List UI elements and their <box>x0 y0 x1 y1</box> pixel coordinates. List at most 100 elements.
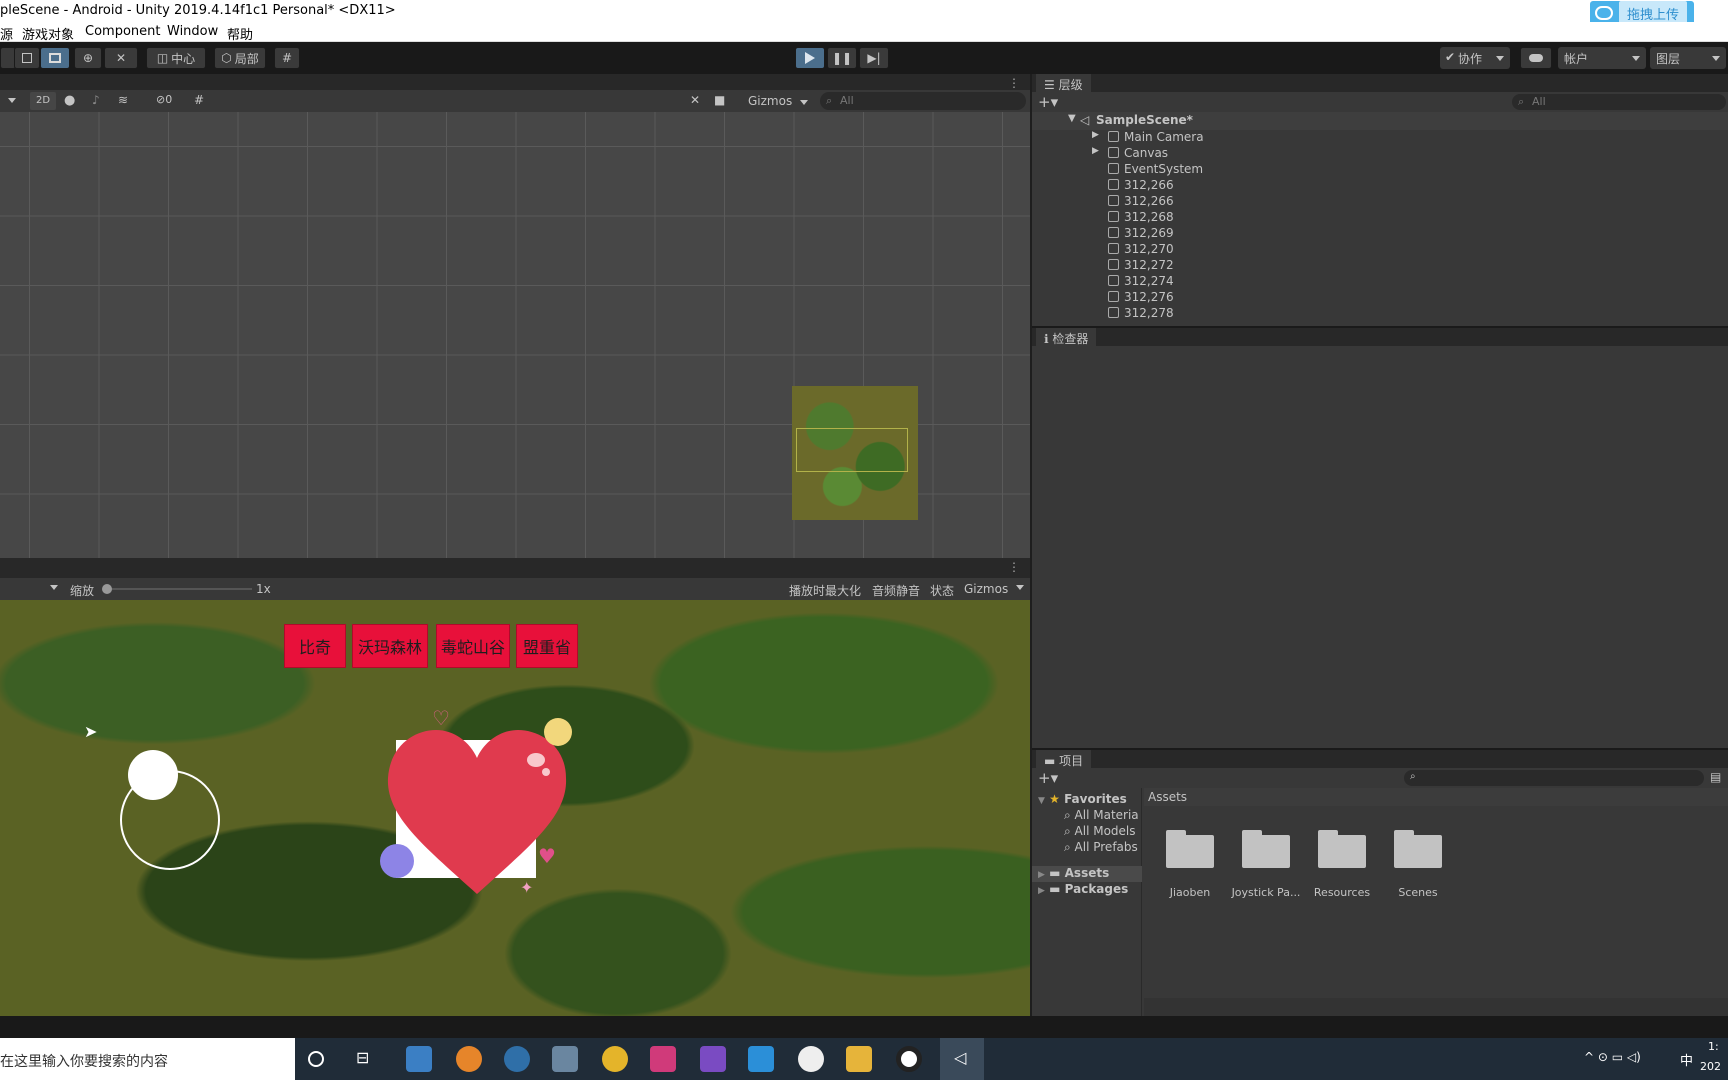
chevron-down-icon[interactable] <box>1016 585 1024 594</box>
menu-item-gameobject[interactable]: 游戏对象 <box>22 24 74 43</box>
hierarchy-item[interactable]: 312,270 <box>1108 242 1174 258</box>
triangle-down-icon[interactable]: ▼ <box>1068 113 1076 124</box>
game-gizmos-dropdown[interactable]: Gizmos <box>964 582 1008 596</box>
record-icon[interactable] <box>896 1046 922 1072</box>
hierarchy-item[interactable]: 312,276 <box>1108 290 1174 306</box>
effects-icon[interactable]: ≋ <box>118 93 128 107</box>
task-view-icon[interactable]: ⊟ <box>356 1048 382 1074</box>
triangle-right-icon[interactable]: ▶ <box>1092 146 1099 156</box>
ime-indicator[interactable]: 中 <box>1680 1050 1693 1069</box>
rect-tool-button[interactable] <box>40 47 70 69</box>
folder-icon[interactable] <box>1394 830 1442 868</box>
step-button[interactable]: ▶| <box>859 47 889 69</box>
panel-menu-icon[interactable]: ⋮ <box>1008 76 1020 90</box>
add-icon[interactable]: +▾ <box>1038 93 1058 111</box>
menu-item-window[interactable]: Window <box>167 24 218 39</box>
lighting-icon[interactable]: ● <box>64 93 75 108</box>
slider-thumb[interactable] <box>102 584 112 594</box>
folder-icon[interactable] <box>1166 830 1214 868</box>
stats-toggle[interactable]: 状态 <box>930 582 954 599</box>
hierarchy-item[interactable]: 312,266 <box>1108 178 1174 194</box>
menu-item-help[interactable]: 帮助 <box>227 24 253 43</box>
chrome-icon[interactable] <box>602 1046 628 1072</box>
hierarchy-item[interactable]: ▶ Main Camera <box>1092 130 1204 146</box>
menu-item-component[interactable]: Component <box>85 24 160 39</box>
rider-icon[interactable] <box>650 1046 676 1072</box>
favorite-item[interactable]: ⌕ All Models <box>1064 824 1136 839</box>
cloud-button[interactable] <box>1520 47 1552 69</box>
pivot-center-button[interactable]: ◫ 中心 <box>146 47 206 69</box>
hierarchy-item[interactable]: EventSystem <box>1108 162 1203 178</box>
tray-icons[interactable]: ^ ⊙ ▭ ◁) <box>1584 1050 1641 1064</box>
2d-toggle[interactable]: 2D <box>30 92 56 110</box>
audio-icon[interactable]: ♪ <box>92 93 100 107</box>
tree-item-packages[interactable]: ▶ ▬ Packages <box>1038 882 1142 898</box>
add-icon[interactable]: +▾ <box>1038 769 1058 787</box>
folder-icon[interactable] <box>1318 830 1366 868</box>
gizmos-dropdown[interactable]: Gizmos <box>742 91 814 111</box>
map-button-mengzhong[interactable]: 盟重省 <box>516 624 578 668</box>
tools-icon[interactable]: ✕ <box>690 93 700 107</box>
tab-hierarchy[interactable]: ☰ 层级 <box>1036 74 1091 92</box>
menu-item-assets[interactable]: 源 <box>0 24 13 43</box>
cortana-icon[interactable] <box>308 1051 324 1067</box>
visual-studio-icon[interactable] <box>700 1046 726 1072</box>
triangle-right-icon[interactable]: ▶ <box>1092 130 1099 140</box>
scene-search-input[interactable]: ⌕ All <box>820 92 1026 110</box>
hierarchy-search-input[interactable]: ⌕ All <box>1512 94 1726 110</box>
scale-slider[interactable] <box>102 584 252 594</box>
map-button-biqi[interactable]: 比奇 <box>284 624 346 668</box>
custom-tool-button[interactable]: ✕ <box>104 47 138 69</box>
tree-item-assets[interactable]: ▶ ▬ Assets <box>1032 866 1142 882</box>
computer-app-icon[interactable] <box>406 1046 432 1072</box>
transform-tool-button[interactable]: ⊕ <box>74 47 102 69</box>
camera-icon[interactable]: ■ <box>714 93 725 107</box>
hierarchy-item[interactable]: 312,272 <box>1108 258 1174 274</box>
maximize-on-play-toggle[interactable]: 播放时最大化 <box>789 582 861 599</box>
pivot-local-button[interactable]: ⬡ 局部 <box>214 47 266 69</box>
layers-dropdown[interactable]: 图层 <box>1650 47 1726 69</box>
breadcrumb-assets[interactable]: Assets <box>1148 790 1187 804</box>
project-search-input[interactable]: ⌕ <box>1404 770 1704 786</box>
hierarchy-item[interactable]: 312,268 <box>1108 210 1174 226</box>
account-dropdown[interactable]: 帐户 <box>1558 47 1646 69</box>
clock-time[interactable]: 1: <box>1708 1040 1719 1053</box>
filter-icon[interactable]: ▤ <box>1710 770 1721 784</box>
hierarchy-item[interactable]: 312,274 <box>1108 274 1174 290</box>
unity-taskbar-icon[interactable]: ◁ <box>940 1038 984 1080</box>
hierarchy-item[interactable]: 312,269 <box>1108 226 1174 242</box>
map-button-woma[interactable]: 沃玛森林 <box>352 624 428 668</box>
folder-icon[interactable] <box>1242 830 1290 868</box>
hierarchy-item[interactable]: 312,266 <box>1108 194 1174 210</box>
chevron-down-icon[interactable] <box>50 585 58 594</box>
clock-date[interactable]: 202 <box>1700 1060 1721 1073</box>
map-tile-sprite[interactable] <box>792 386 918 520</box>
favorite-item[interactable]: ⌕ All Prefabs <box>1064 840 1138 855</box>
app-icon[interactable] <box>798 1046 824 1072</box>
draw-mode-dropdown[interactable] <box>2 92 22 110</box>
joystick-handle[interactable] <box>128 750 178 800</box>
panel-menu-icon[interactable]: ⋮ <box>1008 560 1020 574</box>
game-view[interactable]: 比奇 沃玛森林 毒蛇山谷 盟重省 ♡ ♥ ✦ ➤ <box>0 600 1030 1016</box>
map-button-dushe[interactable]: 毒蛇山谷 <box>436 624 510 668</box>
scale-tool-button[interactable] <box>14 47 40 69</box>
hierarchy-scene-row[interactable]: ▼ ◁ SampleScene* <box>1032 112 1728 130</box>
browser-app-icon[interactable] <box>456 1046 482 1072</box>
play-button[interactable] <box>795 47 825 69</box>
network-app-icon[interactable] <box>552 1046 578 1072</box>
hidden-objects-toggle[interactable]: ⊘0 <box>156 93 172 106</box>
hierarchy-item[interactable]: ▶ Canvas <box>1092 146 1168 162</box>
feather-app-icon[interactable] <box>504 1046 530 1072</box>
file-explorer-icon[interactable] <box>846 1046 872 1072</box>
tab-inspector[interactable]: ℹ 检查器 <box>1036 328 1097 346</box>
collab-dropdown[interactable]: ✔ 协作 <box>1440 47 1510 69</box>
grid-icon[interactable]: # <box>194 93 204 107</box>
vscode-icon[interactable] <box>748 1046 774 1072</box>
favorites-item[interactable]: ▼ ★ Favorites <box>1038 792 1142 808</box>
snap-button[interactable]: # <box>274 47 300 69</box>
mute-audio-toggle[interactable]: 音频静音 <box>872 582 920 599</box>
favorite-item[interactable]: ⌕ All Materia <box>1064 808 1139 823</box>
pause-button[interactable]: ❚❚ <box>827 47 857 69</box>
taskbar-search[interactable]: 在这里输入你要搜索的内容 <box>0 1038 295 1080</box>
hierarchy-item[interactable]: 312,278 <box>1108 306 1174 322</box>
